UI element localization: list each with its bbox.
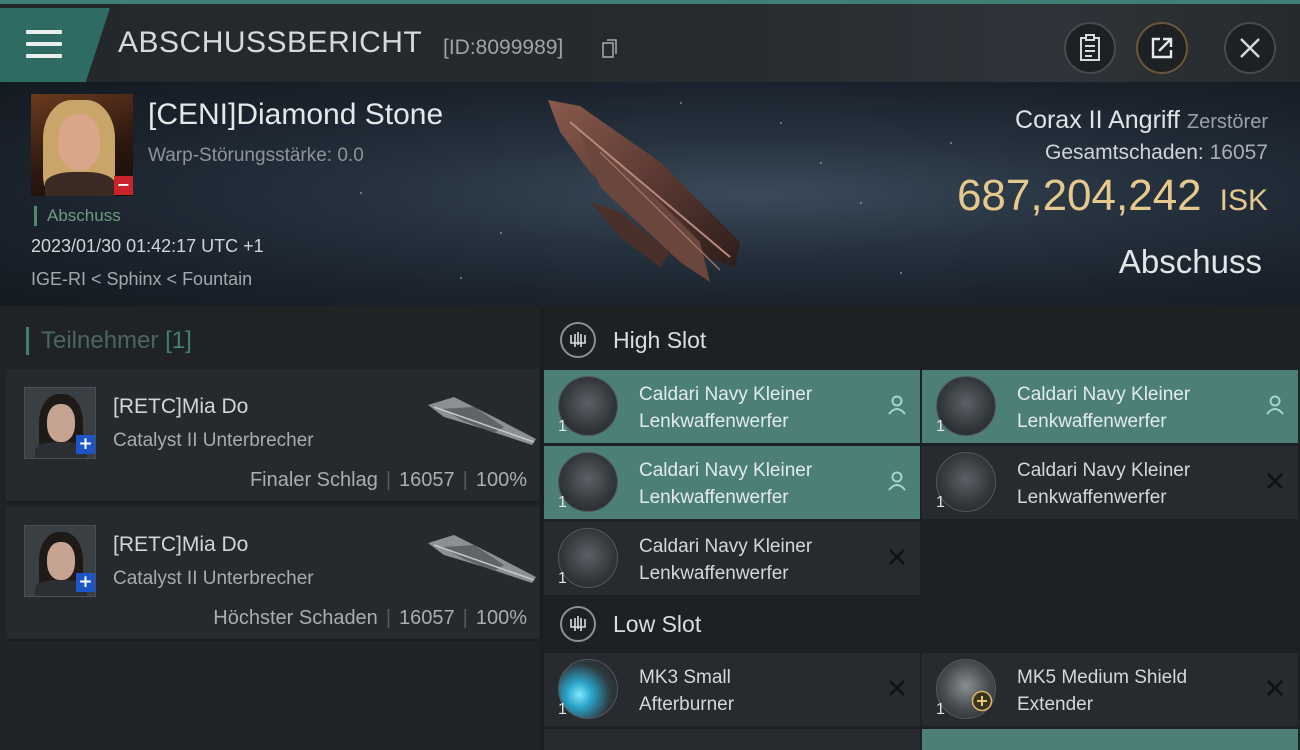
close-button[interactable] bbox=[1224, 22, 1276, 74]
module-name: Caldari Navy Kleiner Lenkwaffenwerfer bbox=[1017, 460, 1191, 508]
victim-ship-image[interactable] bbox=[540, 92, 760, 292]
kill-timestamp: 2023/01/30 01:42:17 UTC +1 bbox=[31, 236, 264, 256]
add-pilot-icon[interactable]: + bbox=[76, 435, 95, 454]
clipboard-button[interactable] bbox=[1064, 22, 1116, 74]
share-button[interactable] bbox=[1136, 22, 1188, 74]
participant-role: Höchster Schaden bbox=[213, 607, 378, 629]
menu-icon bbox=[26, 30, 62, 60]
module-item[interactable]: 1 MK3 Small Afterburner bbox=[544, 653, 920, 726]
module-quantity: 1 bbox=[936, 494, 945, 511]
module-name: MK3 Small Afterburner bbox=[639, 667, 735, 715]
module-quantity: 1 bbox=[558, 701, 567, 718]
menu-button[interactable] bbox=[0, 8, 110, 82]
destroyed-icon bbox=[889, 680, 905, 696]
participant-percent: 100% bbox=[475, 607, 527, 629]
launcher-icon bbox=[936, 376, 996, 436]
page-title: ABSCHUSSBERICHT bbox=[118, 26, 423, 59]
module-quantity: 1 bbox=[558, 494, 567, 511]
low-slot-icon bbox=[560, 606, 596, 642]
module-name: Caldari Navy Kleiner Lenkwaffenwerfer bbox=[639, 536, 813, 584]
participant-name: [RETC]Mia Do bbox=[113, 395, 249, 418]
close-icon bbox=[1240, 38, 1260, 58]
participant-ship-image bbox=[428, 535, 536, 583]
module-item[interactable]: 1 Caldari Navy Kleiner Lenkwaffenwerfer bbox=[922, 370, 1298, 443]
shield-extender-icon bbox=[936, 659, 996, 719]
module-name: MK5 Medium Shield Extender bbox=[1017, 667, 1188, 715]
person-icon bbox=[1266, 395, 1284, 415]
participant-ship: Catalyst II Unterbrecher bbox=[113, 430, 314, 451]
kill-type-label: Abschuss bbox=[34, 206, 121, 226]
module-name: Caldari Navy Kleiner Lenkwaffenwerfer bbox=[639, 460, 813, 508]
module-quantity: 1 bbox=[936, 418, 945, 435]
isk-value: 687,204,242 ISK bbox=[957, 171, 1268, 221]
module-item[interactable]: 1 Caldari Navy Kleiner Lenkwaffenwerfer bbox=[922, 446, 1298, 519]
participant-card[interactable]: + [RETC]Mia Do Catalyst II Unterbrecher … bbox=[6, 507, 539, 641]
total-damage: Gesamtschaden: 16057 bbox=[1045, 141, 1268, 165]
add-pilot-icon[interactable]: + bbox=[76, 573, 95, 592]
participant-card[interactable]: + [RETC]Mia Do Catalyst II Unterbrecher … bbox=[6, 369, 539, 503]
module-quantity: 1 bbox=[558, 570, 567, 587]
launcher-icon bbox=[558, 528, 618, 588]
copy-icon[interactable] bbox=[602, 39, 618, 59]
destroyed-icon bbox=[1267, 680, 1283, 696]
header-bar: ABSCHUSSBERICHT [ID:8099989] bbox=[0, 0, 1300, 82]
launcher-icon bbox=[936, 452, 996, 512]
module-quantity: 1 bbox=[936, 701, 945, 718]
module-item[interactable] bbox=[922, 729, 1298, 750]
high-slot-title: High Slot bbox=[613, 326, 707, 353]
kill-location[interactable]: IGE-RI < Sphinx < Fountain bbox=[31, 269, 252, 290]
isk-unit: ISK bbox=[1219, 184, 1268, 217]
ship-class: Zerstörer bbox=[1186, 111, 1268, 133]
total-damage-value: 16057 bbox=[1209, 141, 1268, 164]
launcher-icon bbox=[558, 452, 618, 512]
destroyed-icon bbox=[889, 549, 905, 565]
destroyed-icon bbox=[1267, 473, 1283, 489]
victim-ship-type[interactable]: Corax II Angriff Zerstörer bbox=[1015, 106, 1268, 135]
loss-badge: − bbox=[114, 176, 133, 195]
clipboard-icon bbox=[1080, 34, 1100, 61]
high-slot-icon bbox=[560, 322, 596, 358]
low-slot-title: Low Slot bbox=[613, 610, 702, 637]
high-slot-header: High Slot bbox=[560, 322, 706, 358]
module-item[interactable]: 1 MK5 Medium Shield Extender bbox=[922, 653, 1298, 726]
module-item[interactable]: 1 Caldari Navy Kleiner Lenkwaffenwerfer bbox=[544, 522, 920, 595]
participant-name: [RETC]Mia Do bbox=[113, 533, 249, 556]
module-item[interactable]: 1 Caldari Navy Kleiner Lenkwaffenwerfer bbox=[544, 370, 920, 443]
ship-name: Corax II Angriff bbox=[1015, 106, 1180, 134]
victim-name[interactable]: [CENI]Diamond Stone bbox=[148, 98, 443, 132]
participants-count: [1] bbox=[165, 327, 192, 354]
module-item[interactable] bbox=[544, 729, 920, 750]
participant-damage: 16057 bbox=[399, 469, 455, 491]
kill-result: Abschuss bbox=[1118, 243, 1262, 280]
participants-label: Teilnehmer bbox=[41, 327, 159, 354]
participant-ship: Catalyst II Unterbrecher bbox=[113, 568, 314, 589]
low-slot-header: Low Slot bbox=[560, 606, 701, 642]
person-icon bbox=[888, 471, 906, 491]
participant-stats: Höchster Schaden | 16057 | 100% bbox=[213, 607, 527, 629]
module-name: Caldari Navy Kleiner Lenkwaffenwerfer bbox=[639, 384, 813, 432]
afterburner-icon bbox=[558, 659, 618, 719]
module-name: Caldari Navy Kleiner Lenkwaffenwerfer bbox=[1017, 384, 1191, 432]
killmail-id: [ID:8099989] bbox=[443, 36, 564, 59]
warp-strength: Warp-Störungsstärke: 0.0 bbox=[148, 145, 364, 166]
person-icon bbox=[888, 395, 906, 415]
participant-damage: 16057 bbox=[399, 607, 455, 629]
isk-amount: 687,204,242 bbox=[956, 171, 1202, 220]
participant-stats: Finaler Schlag | 16057 | 100% bbox=[249, 469, 527, 491]
participant-role: Finaler Schlag bbox=[249, 469, 378, 491]
participant-percent: 100% bbox=[475, 469, 527, 491]
share-icon bbox=[1151, 37, 1173, 59]
participants-header: Teilnehmer [1] bbox=[26, 327, 192, 355]
launcher-icon bbox=[558, 376, 618, 436]
participant-ship-image bbox=[428, 397, 536, 445]
total-damage-label: Gesamtschaden: bbox=[1044, 141, 1204, 164]
module-item[interactable]: 1 Caldari Navy Kleiner Lenkwaffenwerfer bbox=[544, 446, 920, 519]
module-quantity: 1 bbox=[558, 418, 567, 435]
